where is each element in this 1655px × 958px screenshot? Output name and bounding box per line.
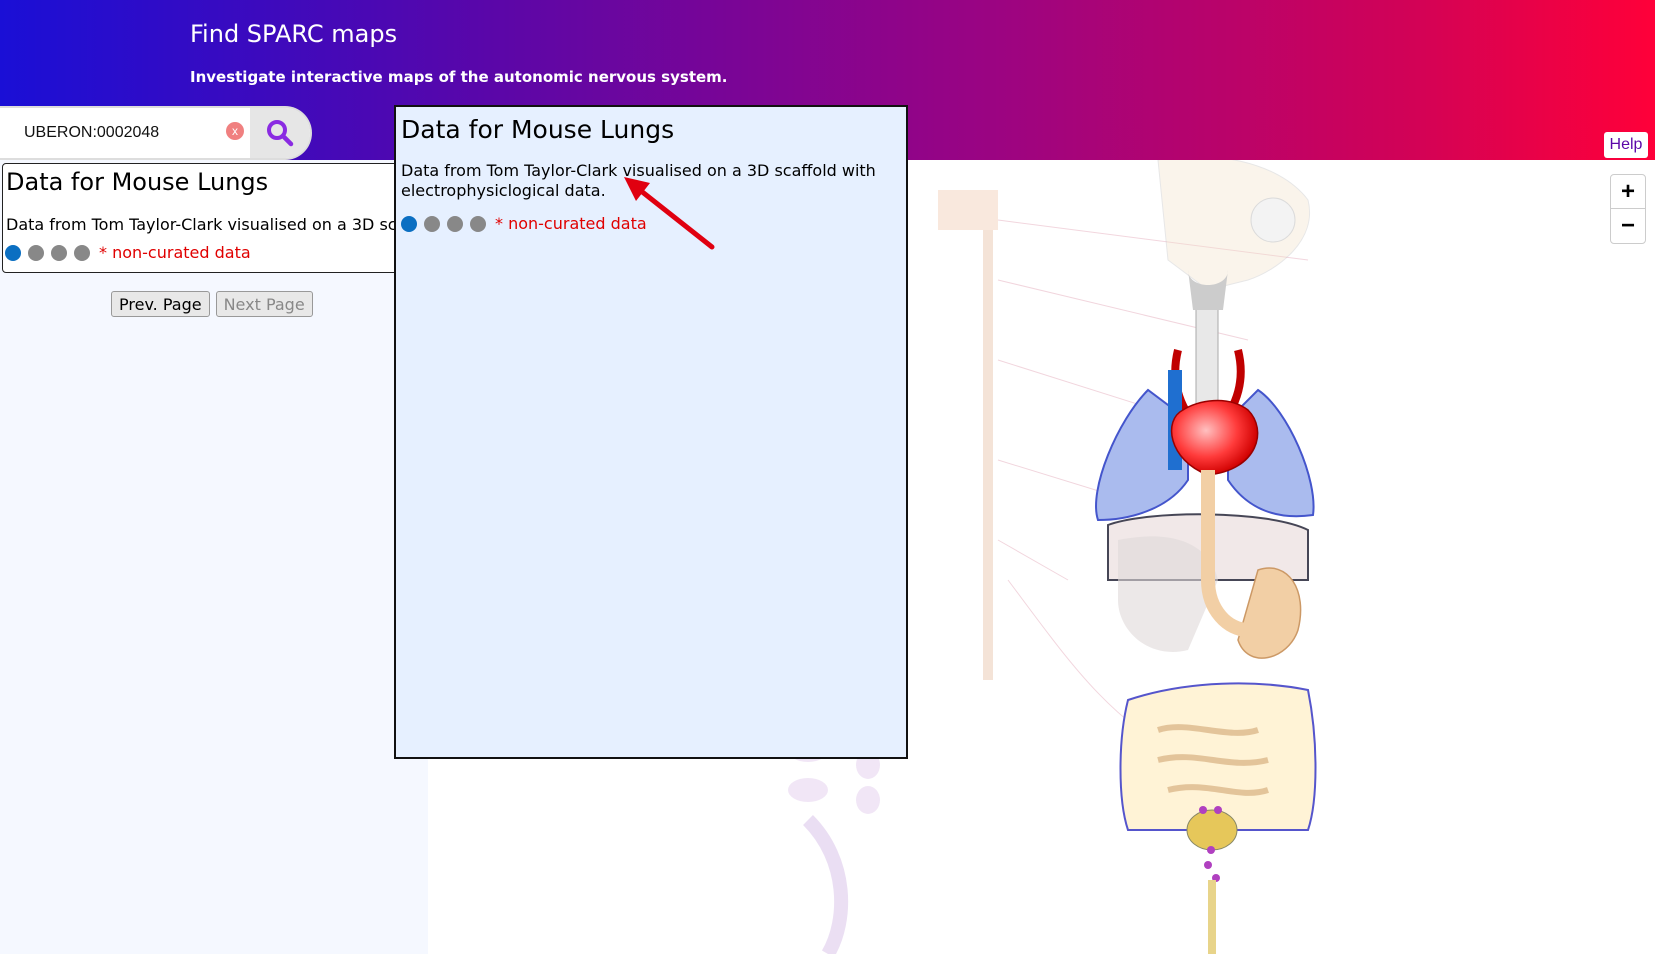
dataset-dot[interactable] bbox=[470, 215, 486, 232]
search-icon bbox=[267, 120, 294, 147]
zoom-controls: + − bbox=[1610, 174, 1646, 244]
dataset-dot[interactable] bbox=[74, 244, 90, 261]
dataset-dot[interactable] bbox=[5, 244, 21, 261]
pagination: Prev. Page Next Page bbox=[111, 291, 313, 317]
search-input[interactable] bbox=[22, 118, 222, 148]
popup-dataset-dots: * non-curated data bbox=[401, 214, 647, 233]
search-bar: x bbox=[0, 108, 310, 158]
dataset-dot[interactable] bbox=[28, 244, 44, 261]
dataset-dot[interactable] bbox=[447, 215, 463, 232]
dataset-dot[interactable] bbox=[424, 215, 440, 232]
zoom-out-button[interactable]: − bbox=[1611, 208, 1645, 242]
search-button[interactable] bbox=[250, 108, 310, 158]
dataset-dot[interactable] bbox=[51, 244, 67, 261]
prev-page-button[interactable]: Prev. Page bbox=[111, 291, 210, 317]
noncurated-label: * non-curated data bbox=[99, 243, 251, 262]
zoom-in-button[interactable]: + bbox=[1611, 175, 1645, 208]
result-title: Data for Mouse Lungs bbox=[6, 168, 269, 196]
help-button[interactable]: Help bbox=[1604, 132, 1648, 158]
page-title: Find SPARC maps bbox=[190, 20, 398, 48]
page-subtitle: Investigate interactive maps of the auto… bbox=[190, 68, 728, 86]
next-page-button[interactable]: Next Page bbox=[215, 291, 313, 317]
result-card[interactable]: Data for Mouse Lungs Data from Tom Taylo… bbox=[2, 163, 404, 273]
annotation-arrow bbox=[624, 177, 715, 250]
results-panel bbox=[0, 160, 428, 954]
clear-search-button[interactable]: x bbox=[226, 122, 244, 140]
dataset-dots: * non-curated data bbox=[5, 243, 251, 262]
dataset-dot[interactable] bbox=[401, 215, 417, 232]
popup-title: Data for Mouse Lungs bbox=[401, 115, 675, 144]
result-description: Data from Tom Taylor-Clark visualised on… bbox=[6, 215, 403, 234]
